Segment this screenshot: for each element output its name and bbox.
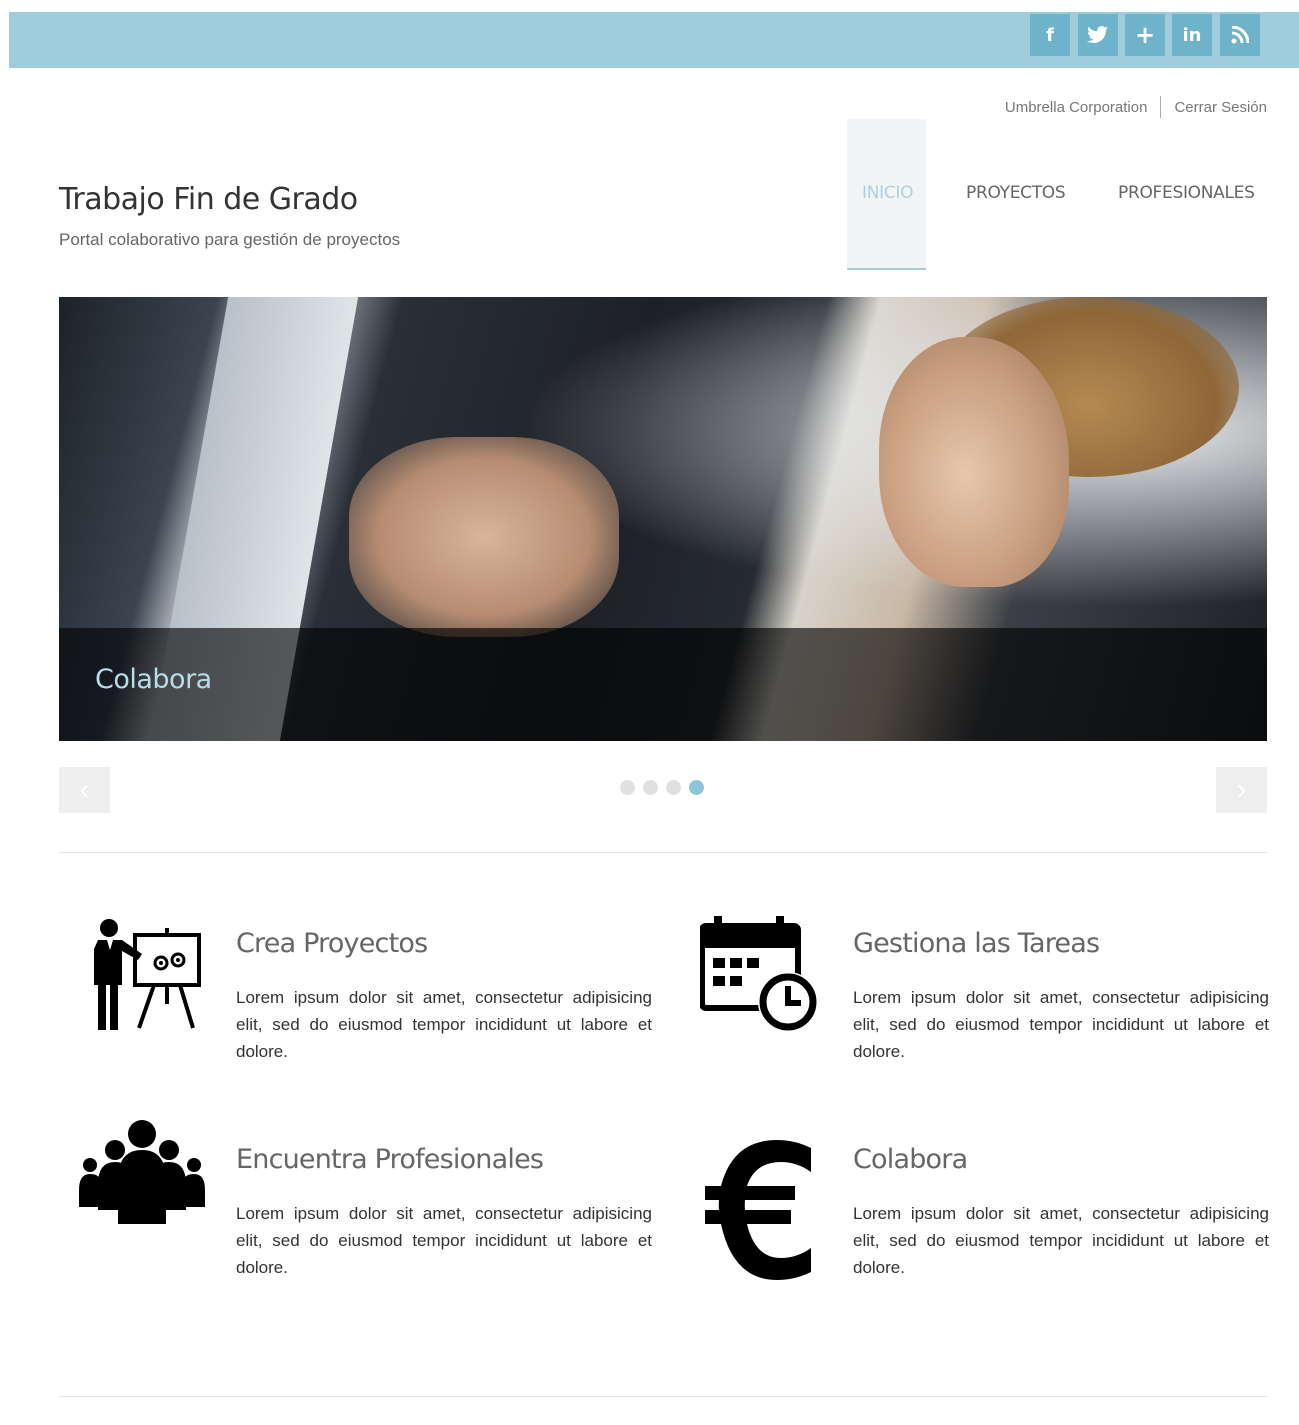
company-link[interactable]: Umbrella Corporation bbox=[1005, 99, 1148, 116]
slider-dot-3[interactable] bbox=[666, 780, 681, 795]
feature-text: Lorem ipsum dolor sit amet, consectetur … bbox=[853, 988, 1269, 1061]
feature-text: Lorem ipsum dolor sit amet, consectetur … bbox=[236, 988, 652, 1061]
nav-item-proyectos[interactable]: PROYECTOS bbox=[966, 183, 1066, 203]
hand-shape bbox=[349, 437, 619, 637]
calendar-clock-icon bbox=[699, 914, 822, 1041]
divider bbox=[59, 1396, 1267, 1397]
nav-item-inicio[interactable]: INICIO bbox=[862, 183, 914, 203]
logout-link[interactable]: Cerrar Sesión bbox=[1174, 99, 1267, 116]
group-icon bbox=[78, 1120, 206, 1229]
site-subtitle: Portal colaborativo para gestión de proy… bbox=[59, 230, 401, 249]
facebook-icon[interactable]: f bbox=[1030, 14, 1070, 56]
twitter-icon[interactable] bbox=[1078, 14, 1118, 56]
rss-icon[interactable] bbox=[1220, 14, 1260, 56]
divider bbox=[59, 852, 1267, 853]
account-links: Umbrella Corporation Cerrar Sesión bbox=[1005, 96, 1267, 118]
nav-item-profesionales[interactable]: PROFESIONALES bbox=[1118, 183, 1255, 203]
separator bbox=[1160, 96, 1162, 118]
slider-dot-1[interactable] bbox=[620, 780, 635, 795]
slider-pagination bbox=[620, 780, 704, 795]
feature-title: Colabora bbox=[853, 1144, 968, 1175]
hero-slider[interactable]: Colabora bbox=[59, 297, 1267, 741]
linkedin-icon[interactable]: in bbox=[1172, 14, 1212, 56]
site-title[interactable]: Trabajo Fin de Grado bbox=[59, 182, 358, 217]
feature-title: Gestiona las Tareas bbox=[853, 928, 1100, 959]
google-plus-icon[interactable]: + bbox=[1125, 14, 1165, 56]
feature-text: Lorem ipsum dolor sit amet, consectetur … bbox=[853, 1204, 1269, 1277]
slide-caption-bar bbox=[59, 628, 1267, 741]
euro-icon bbox=[703, 1140, 813, 1285]
feature-title: Crea Proyectos bbox=[236, 928, 428, 959]
feature-text: Lorem ipsum dolor sit amet, consectetur … bbox=[236, 1204, 652, 1277]
face-shape bbox=[879, 337, 1069, 587]
slide-caption: Colabora bbox=[95, 664, 212, 695]
slider-next-button[interactable]: › bbox=[1216, 767, 1267, 813]
presentation-icon bbox=[79, 918, 203, 1035]
slider-prev-button[interactable]: ‹ bbox=[59, 767, 110, 813]
slider-dot-4[interactable] bbox=[689, 780, 704, 795]
slider-dot-2[interactable] bbox=[643, 780, 658, 795]
feature-title: Encuentra Profesionales bbox=[236, 1144, 544, 1175]
